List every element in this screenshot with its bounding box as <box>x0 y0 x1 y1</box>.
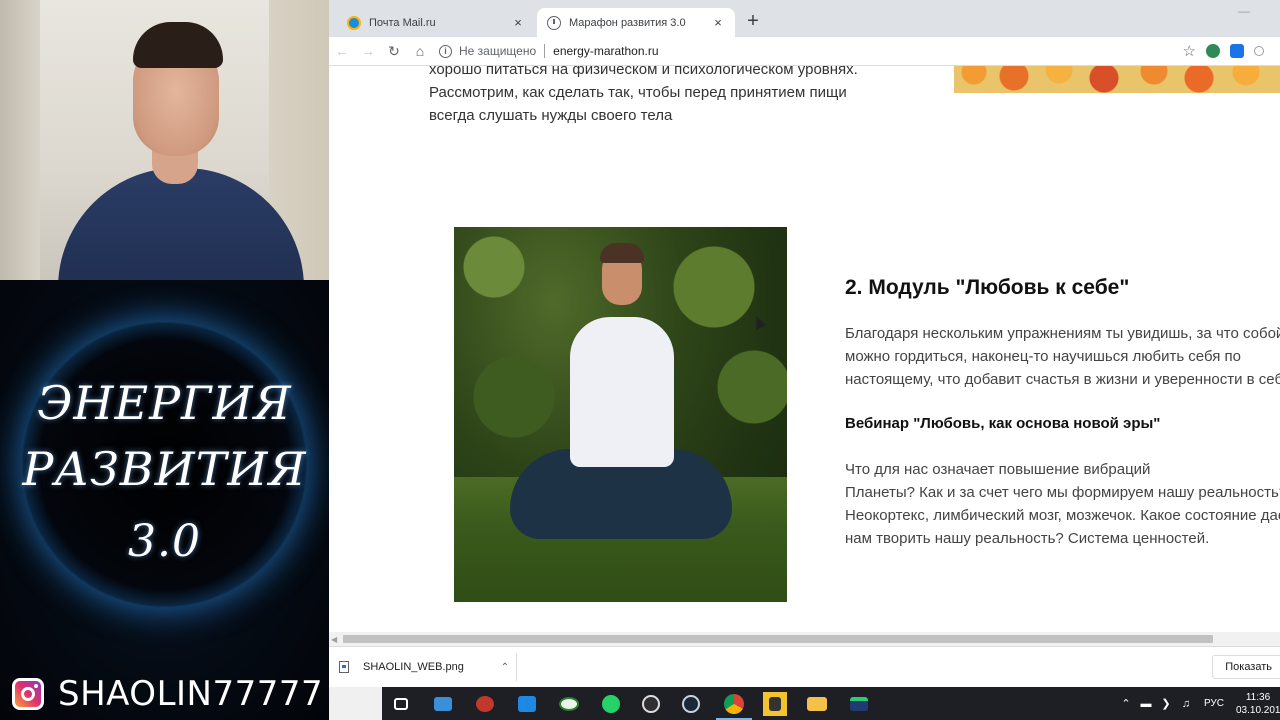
powerbi-icon[interactable] <box>763 692 787 716</box>
webcam-background-door <box>0 0 40 280</box>
taskbar-clock[interactable]: 11:36 03.10.2019 <box>1236 691 1280 717</box>
store-icon[interactable] <box>515 692 539 716</box>
text-line: можно гордиться, наконец-то научишься лю… <box>845 348 1241 365</box>
forward-arrow-icon[interactable]: → <box>355 38 381 64</box>
reload-icon[interactable]: ↻ <box>381 38 407 64</box>
webcam-feed <box>0 0 329 280</box>
photo-person-hair <box>600 243 644 263</box>
clock-date: 03.10.2019 <box>1236 704 1280 716</box>
taskbar-search-area[interactable] <box>329 687 382 720</box>
text-line: всегда слушать нужды своего тела <box>429 107 673 124</box>
extension-globe-icon[interactable] <box>1206 44 1220 58</box>
extension-home-icon[interactable] <box>1230 44 1244 58</box>
text-line: Рассмотрим, как сделать так, чтобы перед… <box>429 84 847 101</box>
volume-icon[interactable]: ♫ <box>1178 698 1194 710</box>
window-minimize-button[interactable]: — <box>1237 4 1251 18</box>
brand-title-line-1: ЭНЕРГИЯ <box>37 376 292 430</box>
instagram-icon <box>12 678 44 710</box>
terminal-app-icon[interactable] <box>847 692 871 716</box>
text-line: Что для нас означает повышение вибраций <box>845 461 1151 478</box>
text-line: Планеты? Как и за счет чего мы формируем… <box>845 484 1280 501</box>
extension-search-icon[interactable] <box>1254 46 1264 56</box>
obs-icon[interactable] <box>639 692 663 716</box>
scrollbar-thumb[interactable] <box>343 635 1213 643</box>
download-file-name[interactable]: SHAOLIN_WEB.png <box>363 661 494 673</box>
chrome-icon[interactable] <box>716 692 752 720</box>
eye-app-icon[interactable] <box>557 692 581 716</box>
chevron-up-icon[interactable]: ⌃ <box>494 662 516 673</box>
text-line: Благодаря нескольким упражнениям ты увид… <box>845 325 1280 342</box>
text-line: хорошо питаться на физическом и психолог… <box>429 66 858 78</box>
battery-icon[interactable]: ▬ <box>1138 698 1154 710</box>
brand-title-version: 3.0 <box>128 516 201 567</box>
clock-favicon-icon <box>547 15 561 30</box>
meditation-photo <box>454 227 787 602</box>
task-view-icon[interactable] <box>389 692 413 716</box>
tab-marathon[interactable]: Марафон развития 3.0 × <box>537 8 735 37</box>
file-explorer-icon[interactable] <box>805 692 829 716</box>
language-indicator[interactable]: РУС <box>1204 698 1224 709</box>
tab-strip: Почта Mail.ru × Марафон развития 3.0 × +… <box>329 0 1280 37</box>
mail-favicon-icon <box>347 15 361 30</box>
bookmark-star-icon[interactable]: ☆ <box>1183 42 1196 60</box>
address-bar[interactable]: i Не защищено energy-marathon.ru <box>439 39 1183 63</box>
extension-area: ☆ <box>1183 42 1264 60</box>
system-tray: ⌃ ▬ ❯ ♫ РУС 11:36 03.10.2019 <box>1118 687 1280 720</box>
brand-title-line-2: РАЗВИТИЯ <box>22 442 307 496</box>
fruit-image <box>954 66 1280 93</box>
tab-mail[interactable]: Почта Mail.ru × <box>337 8 535 37</box>
scroll-left-arrow-icon[interactable]: ◀ <box>331 635 337 644</box>
browser-toolbar: ← → ↻ ⌂ i Не защищено energy-marathon.ru… <box>329 37 1280 66</box>
photo-person-shirt <box>570 317 674 467</box>
close-tab-icon[interactable]: × <box>711 15 725 30</box>
brand-logo-panel: ЭНЕРГИЯ РАЗВИТИЯ 3.0 SHAOLIN77777 <box>0 280 329 720</box>
text-line: Неокортекс, лимбический мозг, мозжечок. … <box>845 507 1280 524</box>
text-line: настоящему, что добавит счастья в жизни … <box>845 371 1280 388</box>
show-all-downloads-button[interactable]: Показать <box>1212 655 1280 679</box>
instagram-handle: SHAOLIN77777 <box>58 674 324 714</box>
wifi-icon[interactable]: ❯ <box>1158 697 1174 710</box>
address-separator <box>544 44 546 58</box>
presenter-shirt <box>58 168 304 280</box>
module-description: Благодаря нескольким упражнениям ты увид… <box>845 322 1280 391</box>
module-heading: 2. Модуль "Любовь к себе" <box>845 276 1130 299</box>
site-info-icon[interactable]: i <box>439 44 452 58</box>
instagram-handle-row: SHAOLIN77777 <box>12 674 324 714</box>
text-line: нам творить нашу реальность? Система цен… <box>845 530 1210 547</box>
webinar-title: Вебинар "Любовь, как основа новой эры" <box>845 415 1161 432</box>
previous-module-text: хорошо питаться на физическом и психолог… <box>429 66 869 127</box>
webinar-description: Что для нас означает повышение вибраций … <box>845 458 1280 550</box>
tray-expand-icon[interactable]: ⌃ <box>1118 697 1134 710</box>
clock-time: 11:36 <box>1245 691 1271 703</box>
page-content: хорошо питаться на физическом и психолог… <box>329 66 1280 632</box>
new-tab-button[interactable]: + <box>741 10 765 34</box>
home-icon[interactable]: ⌂ <box>407 38 433 64</box>
desktop-app-icon[interactable] <box>431 692 455 716</box>
back-arrow-icon[interactable]: ← <box>329 38 355 64</box>
presenter-hair <box>133 22 223 68</box>
tab-title: Марафон развития 3.0 <box>569 16 686 29</box>
tab-title: Почта Mail.ru <box>369 16 436 29</box>
steam-icon[interactable] <box>679 692 703 716</box>
red-app-icon[interactable] <box>473 692 497 716</box>
downloads-bar: SHAOLIN_WEB.png ⌃ Показать <box>329 646 1280 687</box>
close-tab-icon[interactable]: × <box>511 15 525 30</box>
taskbar: ⌃ ▬ ❯ ♫ РУС 11:36 03.10.2019 <box>329 687 1280 720</box>
security-label: Не защищено <box>459 44 537 58</box>
url-text[interactable]: energy-marathon.ru <box>553 44 658 58</box>
whatsapp-icon[interactable] <box>599 692 623 716</box>
browser-window: Почта Mail.ru × Марафон развития 3.0 × +… <box>329 0 1280 687</box>
image-file-icon <box>339 661 349 673</box>
horizontal-scrollbar[interactable]: ◀ <box>329 632 1280 646</box>
download-item[interactable]: SHAOLIN_WEB.png ⌃ <box>339 653 517 681</box>
